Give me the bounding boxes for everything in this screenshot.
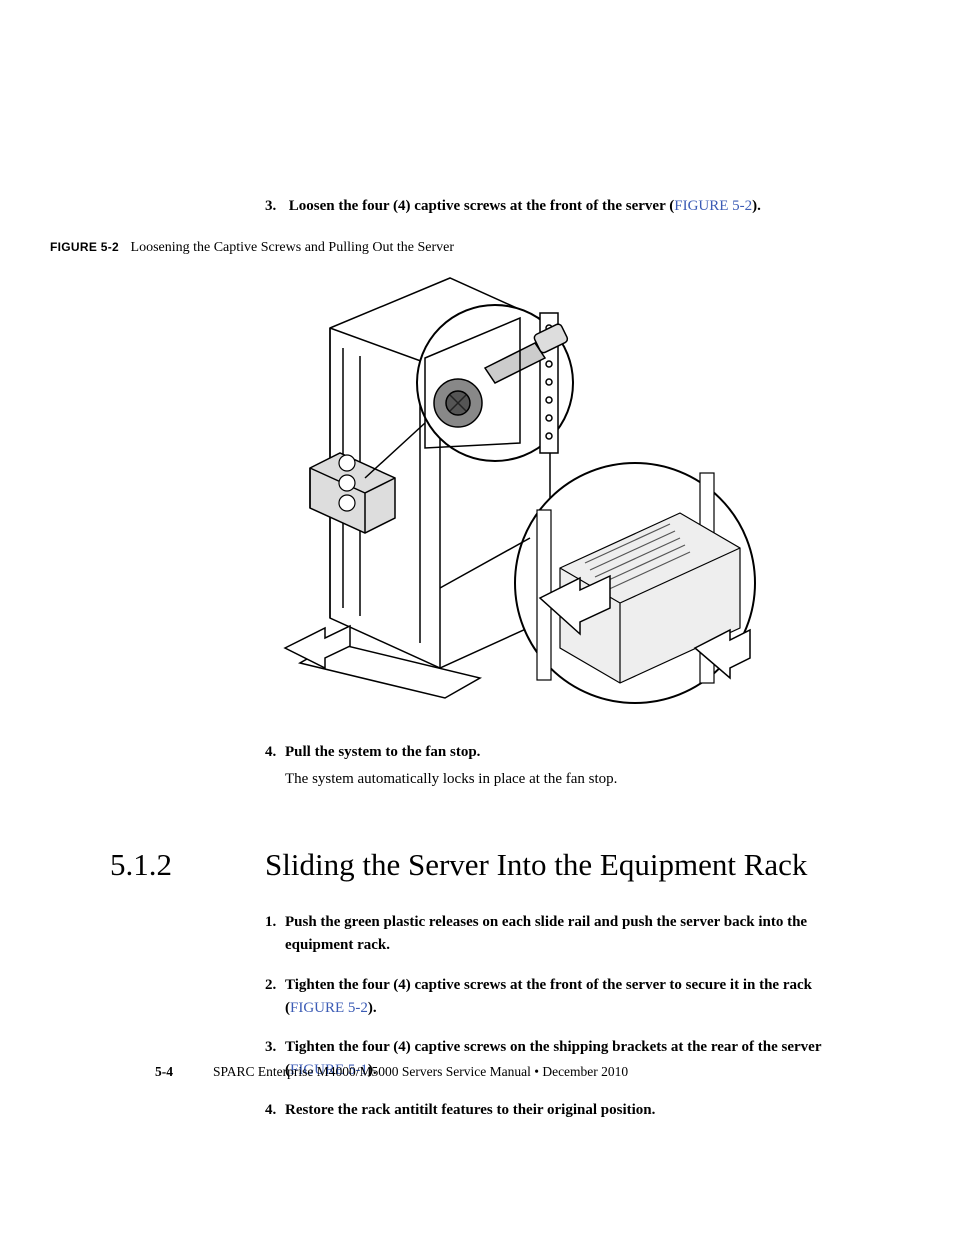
step-4-number: 4.	[265, 741, 285, 764]
figure-5-2-link[interactable]: FIGURE 5-2	[674, 198, 752, 214]
list-item-text: Restore the rack antitilt features to th…	[285, 1099, 839, 1122]
step-4-block: 4. Pull the system to the fan stop. The …	[265, 741, 839, 792]
section-number: 5.1.2	[110, 846, 265, 883]
step-4-bold: Pull the system to the fan stop.	[285, 741, 839, 764]
list-item-number: 1.	[265, 911, 285, 934]
steps-list: 1. Push the green plastic releases on ea…	[265, 911, 839, 1122]
list-item-number: 3.	[265, 1036, 285, 1059]
step-4-text: Pull the system to the fan stop. The sys…	[285, 741, 839, 792]
figure-illustration	[240, 268, 760, 713]
list-item-number: 2.	[265, 974, 285, 997]
list-item: 2. Tighten the four (4) captive screws a…	[265, 974, 839, 1021]
step-3-prefix: Loosen the four (4) captive screws at th…	[289, 198, 674, 214]
step-4-reg: The system automatically locks in place …	[285, 768, 839, 791]
section-title: Sliding the Server Into the Equipment Ra…	[265, 847, 807, 882]
figure-caption: Loosening the Captive Screws and Pulling…	[131, 240, 455, 255]
step-3-suffix: ).	[752, 198, 761, 214]
figure-5-2-link[interactable]: FIGURE 5-2	[290, 1000, 368, 1016]
section-heading: 5.1.2Sliding the Server Into the Equipme…	[110, 846, 839, 883]
page-footer: 5-4 SPARC Enterprise M4000/M5000 Servers …	[155, 1064, 628, 1080]
step-3-line: 3. Loosen the four (4) captive screws at…	[265, 195, 839, 218]
document-page: 3. Loosen the four (4) captive screws at…	[0, 0, 954, 1235]
figure-label: FIGURE 5-2 Loosening the Captive Screws …	[50, 240, 839, 256]
list-item-text: Push the green plastic releases on each …	[285, 911, 839, 958]
list-item-text: Tighten the four (4) captive screws at t…	[285, 974, 839, 1021]
figure-number: FIGURE 5-2	[50, 240, 119, 254]
footer-text: SPARC Enterprise M4000/M5000 Servers Ser…	[213, 1064, 628, 1079]
step-3-number: 3.	[265, 195, 285, 218]
list-item: 1. Push the green plastic releases on ea…	[265, 911, 839, 958]
list-item: 4. Restore the rack antitilt features to…	[265, 1099, 839, 1122]
list-item-number: 4.	[265, 1099, 285, 1122]
page-number: 5-4	[155, 1064, 173, 1079]
step-3-body: Loosen the four (4) captive screws at th…	[289, 198, 761, 214]
